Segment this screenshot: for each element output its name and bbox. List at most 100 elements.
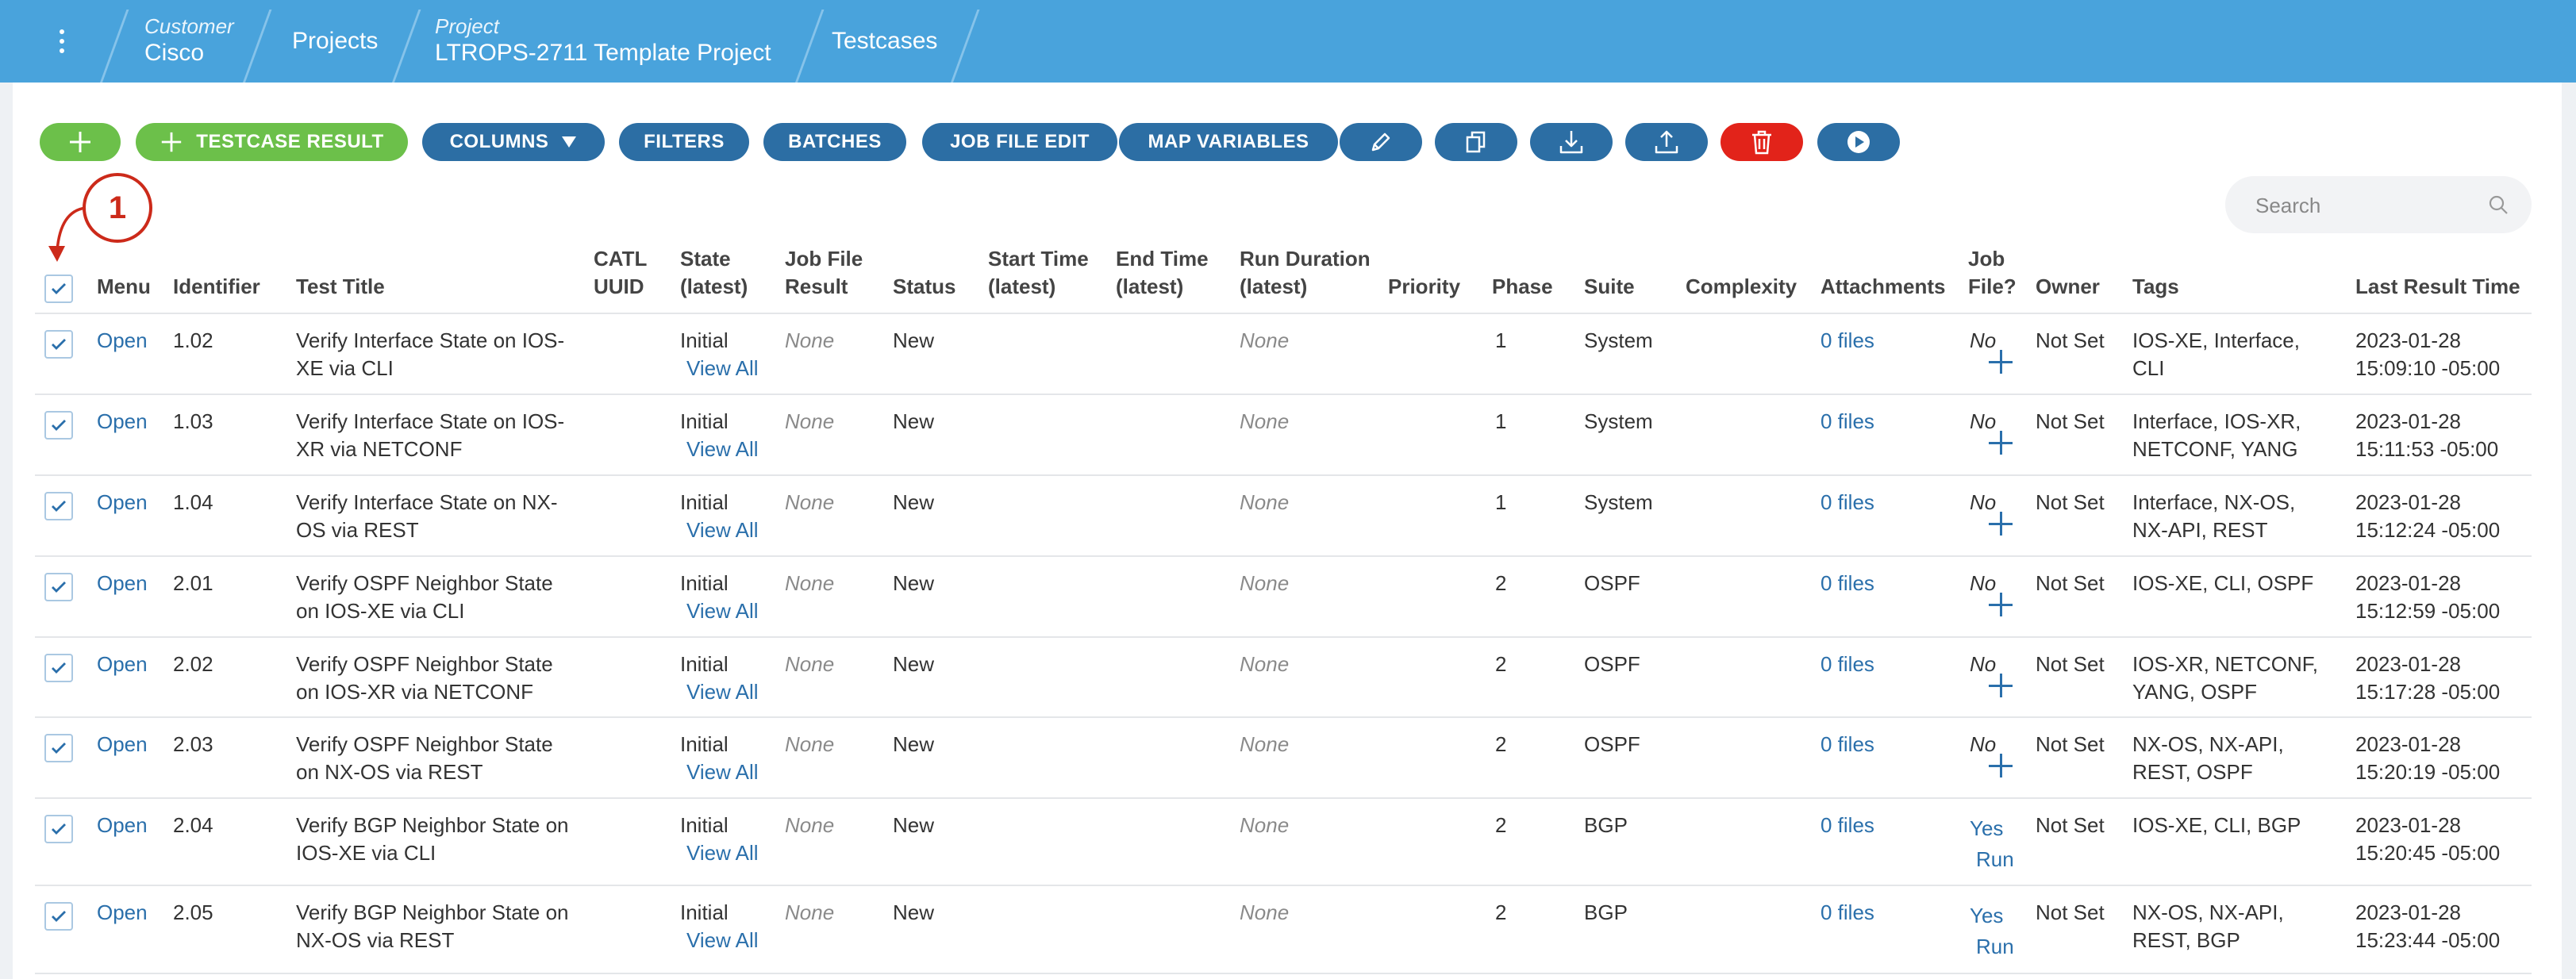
- col-header-phase[interactable]: Phase: [1492, 273, 1553, 301]
- attachments-link[interactable]: 0 files: [1821, 327, 1874, 355]
- attachments-link[interactable]: 0 files: [1821, 812, 1874, 839]
- run-duration: None: [1240, 571, 1290, 595]
- view-all-link[interactable]: View All: [686, 355, 759, 382]
- open-link[interactable]: Open: [97, 327, 148, 355]
- vertical-dots-icon: [60, 29, 64, 53]
- callout-arrow-icon: [48, 206, 87, 262]
- run-duration: None: [1240, 732, 1290, 756]
- last-result-time: 15:17:28 -05:00: [2355, 680, 2501, 704]
- batches-label: BATCHES: [788, 131, 882, 152]
- col-header-last-result-time[interactable]: Last Result Time: [2355, 273, 2520, 301]
- row-checkbox[interactable]: [44, 492, 73, 520]
- open-link[interactable]: Open: [97, 570, 148, 597]
- attachments-link[interactable]: 0 files: [1821, 570, 1874, 597]
- attachments-link[interactable]: 0 files: [1821, 731, 1874, 758]
- row-checkbox[interactable]: [44, 654, 73, 682]
- run-button[interactable]: [1817, 123, 1900, 161]
- add-button[interactable]: [40, 123, 121, 161]
- open-link[interactable]: Open: [97, 651, 148, 678]
- col-header-suite[interactable]: Suite: [1584, 273, 1635, 301]
- suite: System: [1584, 409, 1653, 433]
- tags-line2: REST, BGP: [2132, 928, 2240, 952]
- col-header-catl-uuid[interactable]: CATL UUID: [594, 245, 647, 301]
- download-button[interactable]: [1530, 123, 1613, 161]
- col-header-job-file[interactable]: Job File?: [1968, 245, 2017, 301]
- map-variables-button[interactable]: MAP VARIABLES: [1119, 123, 1338, 161]
- batches-button[interactable]: BATCHES: [763, 123, 906, 161]
- test-title-line2: on IOS-XR via NETCONF: [296, 680, 534, 704]
- delete-button[interactable]: [1721, 123, 1803, 161]
- col-header-priority[interactable]: Priority: [1388, 273, 1460, 301]
- row-divider: [35, 555, 2532, 557]
- open-link[interactable]: Open: [97, 812, 148, 839]
- col-header-status[interactable]: Status: [893, 273, 955, 301]
- col-header-start-time[interactable]: Start Time (latest): [988, 245, 1089, 301]
- view-all-link[interactable]: View All: [686, 597, 759, 625]
- phase: 2: [1495, 732, 1507, 756]
- test-title-line1: Verify OSPF Neighbor State: [296, 652, 553, 676]
- last-result-time: 15:09:10 -05:00: [2355, 356, 2501, 380]
- test-title-line2: NX-OS via REST: [296, 928, 455, 952]
- filters-button[interactable]: FILTERS: [619, 123, 749, 161]
- view-all-link[interactable]: View All: [686, 436, 759, 463]
- open-link[interactable]: Open: [97, 408, 148, 436]
- breadcrumb-customer[interactable]: Customer Cisco: [144, 0, 234, 83]
- state: Initial: [680, 732, 729, 756]
- add-job-file-icon[interactable]: [1989, 512, 2013, 536]
- attachments-link[interactable]: 0 files: [1821, 651, 1874, 678]
- col-header-complexity[interactable]: Complexity: [1686, 273, 1797, 301]
- attachments-link[interactable]: 0 files: [1821, 899, 1874, 927]
- attachments-link[interactable]: 0 files: [1821, 408, 1874, 436]
- upload-button[interactable]: [1625, 123, 1708, 161]
- select-all-checkbox[interactable]: [44, 275, 73, 303]
- breadcrumb-projects[interactable]: Projects: [292, 0, 378, 83]
- view-all-link[interactable]: View All: [686, 839, 759, 867]
- row-checkbox[interactable]: [44, 573, 73, 601]
- breadcrumb-project[interactable]: Project LTROPS-2711 Template Project: [435, 0, 771, 83]
- view-all-link[interactable]: View All: [686, 678, 759, 706]
- search-icon: [2489, 195, 2508, 214]
- col-header-menu[interactable]: Menu: [97, 273, 151, 301]
- add-job-file-icon[interactable]: [1989, 593, 2013, 616]
- col-header-attachments[interactable]: Attachments: [1821, 273, 1945, 301]
- view-all-link[interactable]: View All: [686, 516, 759, 544]
- col-header-run-duration[interactable]: Run Duration (latest): [1240, 245, 1371, 301]
- add-job-file-icon[interactable]: [1989, 754, 2013, 777]
- row-checkbox[interactable]: [44, 902, 73, 931]
- job-file-edit-button[interactable]: JOB FILE EDIT: [922, 123, 1117, 161]
- run-link[interactable]: Run: [1976, 933, 2014, 961]
- row-checkbox[interactable]: [44, 815, 73, 843]
- col-header-state[interactable]: State (latest): [680, 245, 748, 301]
- row-checkbox[interactable]: [44, 330, 73, 359]
- col-header-test-title[interactable]: Test Title: [296, 273, 385, 301]
- edit-button[interactable]: [1340, 123, 1422, 161]
- row-checkbox[interactable]: [44, 411, 73, 440]
- col-header-tags[interactable]: Tags: [2132, 273, 2179, 301]
- search-box[interactable]: [2225, 176, 2532, 233]
- open-link[interactable]: Open: [97, 489, 148, 516]
- add-job-file-icon[interactable]: [1989, 350, 2013, 374]
- attachments-link[interactable]: 0 files: [1821, 489, 1874, 516]
- open-link[interactable]: Open: [97, 731, 148, 758]
- breadcrumb-testcases[interactable]: Testcases: [832, 0, 937, 83]
- col-header-identifier[interactable]: Identifier: [173, 273, 260, 301]
- open-link[interactable]: Open: [97, 899, 148, 927]
- add-job-file-icon[interactable]: [1989, 431, 2013, 455]
- search-input[interactable]: [2254, 187, 2479, 224]
- more-menu-button[interactable]: [14, 0, 110, 83]
- columns-button[interactable]: COLUMNS: [422, 123, 605, 161]
- status: New: [893, 571, 935, 595]
- col-header-owner[interactable]: Owner: [2036, 273, 2100, 301]
- tags-line2: NETCONF, YANG: [2132, 437, 2298, 461]
- status: New: [893, 409, 935, 433]
- col-header-end-time[interactable]: End Time (latest): [1116, 245, 1209, 301]
- col-header-job-file-result[interactable]: Job File Result: [785, 245, 863, 301]
- run-link[interactable]: Run: [1976, 846, 2014, 873]
- add-job-file-icon[interactable]: [1989, 674, 2013, 697]
- view-all-link[interactable]: View All: [686, 927, 759, 954]
- view-all-link[interactable]: View All: [686, 758, 759, 786]
- copy-button[interactable]: [1435, 123, 1517, 161]
- state: Initial: [680, 490, 729, 514]
- row-checkbox[interactable]: [44, 734, 73, 762]
- add-testcase-result-button[interactable]: TESTCASE RESULT: [136, 123, 408, 161]
